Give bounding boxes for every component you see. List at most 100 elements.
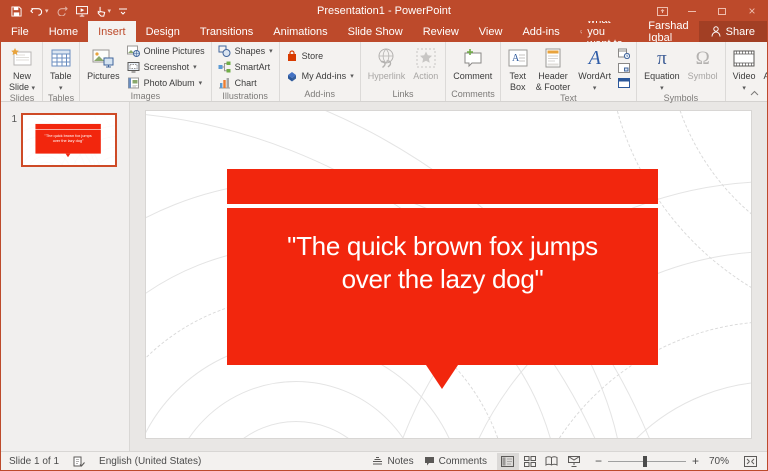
customize-qat-button[interactable] bbox=[119, 8, 127, 15]
share-button[interactable]: Share bbox=[699, 21, 767, 42]
maximize-button[interactable] bbox=[707, 1, 737, 21]
spell-check-button[interactable] bbox=[73, 455, 85, 467]
text-box-label-2: Box bbox=[510, 82, 526, 93]
fit-slide-to-window-button[interactable] bbox=[739, 453, 761, 470]
store-icon bbox=[286, 50, 298, 62]
shapes-button[interactable]: Shapes ▾ bbox=[215, 43, 276, 59]
date-and-time-button[interactable] bbox=[617, 47, 631, 60]
shapes-label: Shapes bbox=[235, 46, 266, 56]
tab-transitions[interactable]: Transitions bbox=[190, 21, 263, 42]
slide-show-view-button[interactable] bbox=[563, 453, 585, 470]
slide-thumbnail-panel[interactable]: 1 "The quick brown fox jumps over the la… bbox=[1, 102, 130, 451]
pictures-button[interactable]: Pictures bbox=[83, 43, 124, 91]
collapse-ribbon-button[interactable] bbox=[750, 88, 759, 98]
normal-view-button[interactable] bbox=[497, 453, 519, 470]
zoom-slider-thumb[interactable] bbox=[643, 456, 647, 467]
online-pictures-icon bbox=[127, 45, 140, 57]
chart-label: Chart bbox=[235, 78, 257, 88]
ribbon-insert: New Slide ▾ Slides Table ▾ Tables bbox=[1, 42, 767, 102]
tab-file[interactable]: File bbox=[1, 21, 39, 42]
undo-button[interactable]: ▾ bbox=[30, 6, 49, 16]
tab-view[interactable]: View bbox=[469, 21, 513, 42]
header-footer-button[interactable]: Header & Footer bbox=[532, 43, 575, 93]
pictures-label: Pictures bbox=[87, 71, 120, 82]
decorative-arc bbox=[206, 421, 386, 438]
tab-animations[interactable]: Animations bbox=[263, 21, 337, 42]
slide-editor-area: "The quick brown fox jumps over the lazy… bbox=[130, 102, 767, 451]
slide-sorter-view-button[interactable] bbox=[519, 453, 541, 470]
decorative-arc bbox=[26, 156, 66, 167]
zoom-out-button[interactable]: − bbox=[595, 455, 602, 467]
my-add-ins-label: My Add-ins bbox=[302, 71, 347, 81]
zoom-level[interactable]: 70% bbox=[709, 456, 729, 467]
zoom-in-button[interactable]: + bbox=[692, 455, 699, 467]
notes-button[interactable]: Notes bbox=[372, 456, 413, 467]
online-pictures-button[interactable]: Online Pictures bbox=[124, 43, 208, 59]
group-label-text: Text bbox=[504, 93, 633, 105]
ribbon-display-options-button[interactable] bbox=[647, 1, 677, 21]
minimize-button[interactable] bbox=[677, 1, 707, 21]
tab-review[interactable]: Review bbox=[413, 21, 469, 42]
reading-view-button[interactable] bbox=[541, 453, 563, 470]
ribbon-group-comments: Comment Comments bbox=[446, 42, 501, 101]
hyperlink-label: Hyperlink bbox=[368, 71, 406, 82]
action-icon bbox=[416, 46, 436, 70]
ribbon-group-slides: New Slide ▾ Slides bbox=[2, 42, 43, 101]
notes-label: Notes bbox=[387, 456, 413, 467]
screenshot-button[interactable]: Screenshot ▾ bbox=[124, 59, 208, 75]
redo-button[interactable] bbox=[57, 6, 68, 16]
tab-design[interactable]: Design bbox=[136, 21, 190, 42]
photo-album-label: Photo Album bbox=[144, 78, 195, 88]
chart-button[interactable]: Chart bbox=[215, 75, 276, 91]
start-from-beginning-button[interactable] bbox=[76, 6, 88, 17]
equation-label: Equation bbox=[644, 71, 680, 82]
equation-button[interactable]: π Equation ▾ bbox=[640, 43, 684, 93]
slide-canvas[interactable]: "The quick brown fox jumps over the lazy… bbox=[146, 111, 751, 438]
store-button[interactable]: Store bbox=[283, 48, 357, 64]
comments-icon bbox=[424, 456, 435, 466]
slide-1-thumbnail[interactable]: "The quick brown fox jumps over the lazy… bbox=[21, 113, 117, 167]
insert-slide-number-button[interactable] bbox=[617, 62, 631, 75]
ribbon-group-images: Pictures Online Pictures Screenshot ▾ Ph bbox=[80, 42, 212, 101]
slide-quote-text[interactable]: "The quick brown fox jumps over the lazy… bbox=[268, 230, 618, 297]
touch-mode-dropdown-arrow[interactable]: ▾ bbox=[108, 8, 112, 15]
comment-button[interactable]: Comment bbox=[449, 43, 496, 89]
account-name[interactable]: Farshad Iqbal bbox=[638, 21, 698, 42]
table-icon bbox=[51, 46, 71, 70]
audio-button[interactable]: Audio ▾ bbox=[760, 43, 768, 93]
tab-insert[interactable]: Insert bbox=[88, 21, 136, 42]
video-button[interactable]: Video ▾ bbox=[729, 43, 760, 93]
header-footer-label-1: Header bbox=[538, 71, 568, 82]
new-slide-button[interactable]: New Slide ▾ bbox=[5, 43, 39, 93]
smartart-button[interactable]: SmartArt bbox=[215, 59, 276, 75]
ribbon-group-media: Video ▾ Audio ▾ Screen Recording bbox=[726, 42, 768, 101]
online-pictures-label: Online Pictures bbox=[144, 46, 205, 56]
wordart-button[interactable]: A WordArt ▾ bbox=[574, 43, 615, 93]
tab-slide-show[interactable]: Slide Show bbox=[338, 21, 413, 42]
touch-mouse-mode-button[interactable]: ▾ bbox=[96, 6, 112, 17]
view-switcher bbox=[497, 453, 585, 470]
comment-label: Comment bbox=[453, 71, 492, 82]
callout-speech-bubble-shape[interactable]: "The quick brown fox jumps over the lazy… bbox=[227, 208, 658, 365]
decorative-arc bbox=[166, 381, 426, 438]
tell-me-box[interactable]: Tell me what you want to do... bbox=[570, 21, 639, 42]
photo-album-button[interactable]: Photo Album ▾ bbox=[124, 75, 208, 91]
close-button[interactable]: × bbox=[737, 1, 767, 21]
language-button[interactable]: English (United States) bbox=[99, 456, 201, 467]
tab-home[interactable]: Home bbox=[39, 21, 88, 42]
text-box-label-1: Text bbox=[509, 71, 526, 82]
tab-add-ins[interactable]: Add-ins bbox=[512, 21, 569, 42]
ribbon-group-add-ins: Store My Add-ins ▾ Add-ins bbox=[280, 42, 361, 101]
callout-top-bar-shape[interactable] bbox=[227, 169, 658, 204]
thumb-callout-tail bbox=[66, 154, 71, 158]
object-button[interactable] bbox=[617, 77, 631, 90]
table-button[interactable]: Table ▾ bbox=[46, 43, 76, 93]
comments-button[interactable]: Comments bbox=[424, 456, 487, 467]
title-bar: ▾ ▾ Presentation1 - PowerPoint × bbox=[1, 1, 767, 21]
my-add-ins-button[interactable]: My Add-ins ▾ bbox=[283, 68, 357, 84]
undo-dropdown-arrow[interactable]: ▾ bbox=[45, 8, 49, 15]
text-box-button[interactable]: A Text Box bbox=[504, 43, 532, 93]
save-button[interactable] bbox=[11, 6, 22, 17]
wordart-label: WordArt bbox=[578, 71, 611, 82]
zoom-slider[interactable] bbox=[608, 461, 686, 462]
